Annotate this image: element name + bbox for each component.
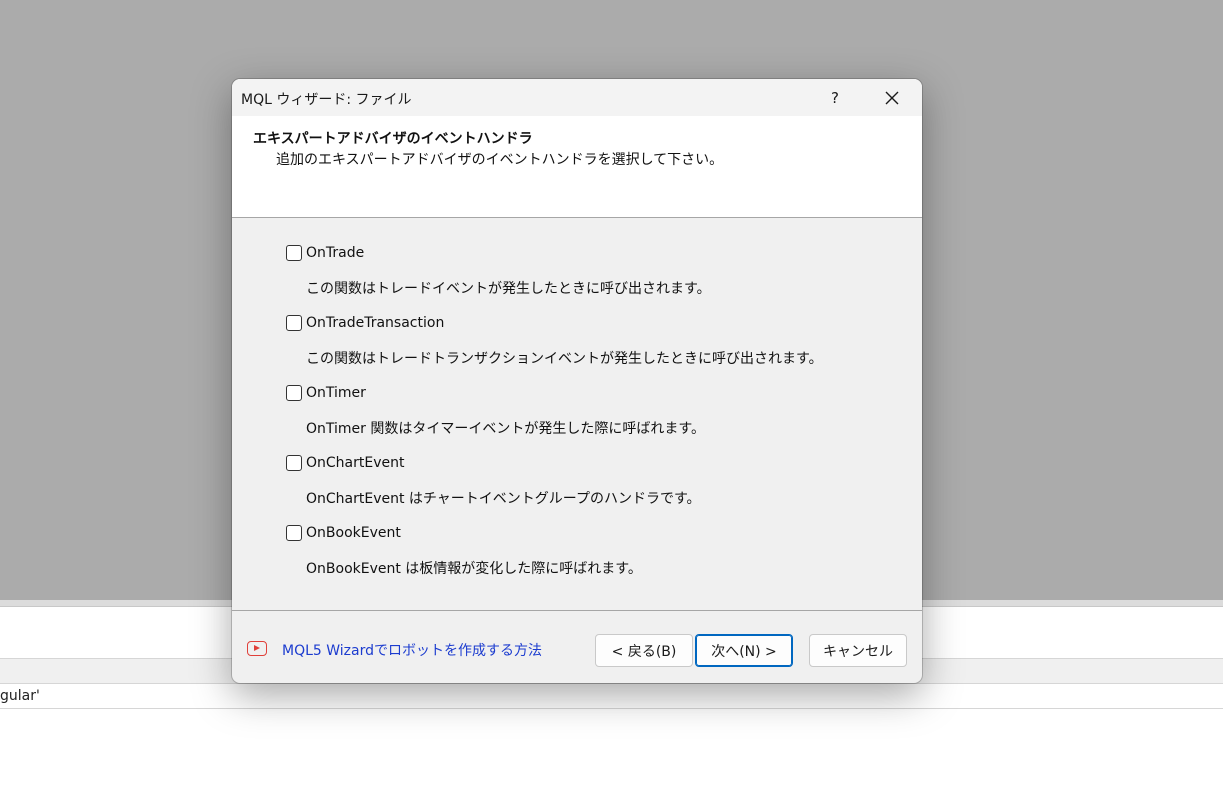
mql-wizard-dialog: MQL ウィザード: ファイル ? エキスパートアドバイザのイベントハンドラ 追…: [232, 79, 922, 683]
onchartevent-checkbox[interactable]: [286, 455, 302, 471]
next-button[interactable]: 次へ(N) >: [695, 634, 793, 667]
close-icon: [885, 91, 899, 104]
ontimer-label[interactable]: OnTimer: [306, 385, 366, 401]
onchartevent-description: OnChartEvent はチャートイベントグループのハンドラです。: [306, 491, 701, 507]
dialog-title: MQL ウィザード: ファイル: [241, 92, 412, 108]
help-button[interactable]: ?: [810, 79, 860, 116]
close-button[interactable]: [866, 79, 918, 116]
ontimer-description: OnTimer 関数はタイマーイベントが発生した際に呼ばれます。: [306, 421, 705, 437]
cancel-button[interactable]: キャンセル: [809, 634, 907, 667]
wizard-page-subtitle: 追加のエキスパートアドバイザのイベントハンドラを選択して下さい。: [276, 152, 724, 168]
ontradetransaction-checkbox[interactable]: [286, 315, 302, 331]
back-button[interactable]: < 戻る(B): [595, 634, 693, 667]
dialog-titlebar[interactable]: MQL ウィザード: ファイル ?: [232, 79, 922, 116]
onbookevent-description: OnBookEvent は板情報が変化した際に呼ばれます。: [306, 561, 642, 577]
wizard-tutorial-link[interactable]: MQL5 Wizardでロボットを作成する方法: [282, 640, 542, 660]
wizard-page-title: エキスパートアドバイザのイベントハンドラ: [253, 131, 533, 147]
ontrade-checkbox[interactable]: [286, 245, 302, 261]
onbookevent-label[interactable]: OnBookEvent: [306, 525, 401, 541]
background-table-row[interactable]: [0, 684, 1223, 709]
background-row-text: gular': [0, 688, 40, 704]
ontradetransaction-label[interactable]: OnTradeTransaction: [306, 315, 444, 331]
footer-divider: [232, 610, 922, 611]
wizard-header: エキスパートアドバイザのイベントハンドラ 追加のエキスパートアドバイザのイベント…: [232, 116, 922, 218]
video-play-icon[interactable]: [247, 641, 267, 656]
onchartevent-label[interactable]: OnChartEvent: [306, 455, 404, 471]
ontrade-label[interactable]: OnTrade: [306, 245, 364, 261]
onbookevent-checkbox[interactable]: [286, 525, 302, 541]
ontrade-description: この関数はトレードイベントが発生したときに呼び出されます。: [306, 281, 711, 297]
ontimer-checkbox[interactable]: [286, 385, 302, 401]
ontradetransaction-description: この関数はトレードトランザクションイベントが発生したときに呼び出されます。: [306, 351, 823, 367]
